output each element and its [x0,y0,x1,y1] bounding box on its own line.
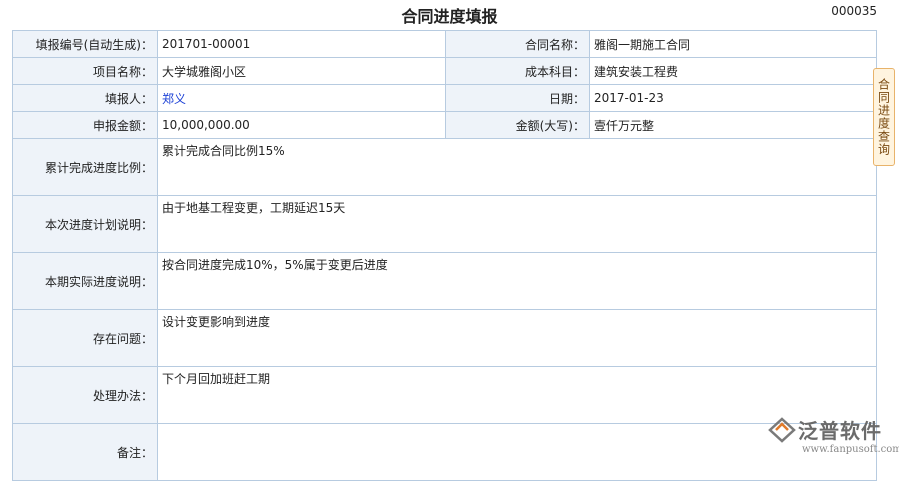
form-row: 本次进度计划说明： 由于地基工程变更，工期延迟15天 [12,195,877,253]
date-field[interactable]: 2017-01-23 [589,84,877,112]
date-label: 日期： [445,84,590,112]
form-row: 处理办法： 下个月回加班赶工期 [12,366,877,424]
logo-icon [768,417,796,443]
contract-name-label: 合同名称： [445,30,590,58]
page-title: 合同进度填报 [401,7,498,26]
remarks-label: 备注： [12,423,158,481]
report-no-label: 填报编号(自动生成)： [12,30,158,58]
doc-number: 000035 [831,4,877,18]
issues-field[interactable]: 设计变更影响到进度 [157,309,877,367]
form-row: 填报人： 郑义 日期： 2017-01-23 [12,84,877,112]
solution-label: 处理办法： [12,366,158,424]
reporter-link[interactable]: 郑义 [162,92,186,106]
form-row: 备注： [12,423,877,481]
amount-capital-label: 金额(大写)： [445,111,590,139]
plan-note-field[interactable]: 由于地基工程变更，工期延迟15天 [157,195,877,253]
amount-label: 申报金额： [12,111,158,139]
amount-field[interactable]: 10,000,000.00 [157,111,446,139]
cumulative-ratio-field[interactable]: 累计完成合同比例15% [157,138,877,196]
logo-url: www.fanpusoft.com [802,444,899,455]
amount-capital-field[interactable]: 壹仟万元整 [589,111,877,139]
contract-progress-query-tab[interactable]: 合同进度查询 [873,68,895,166]
project-name-label: 项目名称： [12,57,158,85]
plan-note-label: 本次进度计划说明： [12,195,158,253]
progress-report-form: 填报编号(自动生成)： 201701-00001 合同名称： 雅阁一期施工合同 … [12,30,877,481]
form-row: 累计完成进度比例： 累计完成合同比例15% [12,138,877,196]
logo-name: 泛普软件 [798,419,882,443]
watermark-logo: 泛普软件 www.fanpusoft.com [768,415,899,459]
actual-note-field[interactable]: 按合同进度完成10%，5%属于变更后进度 [157,252,877,310]
cost-item-field[interactable]: 建筑安装工程费 [589,57,877,85]
cost-item-label: 成本科目： [445,57,590,85]
contract-name-field[interactable]: 雅阁一期施工合同 [589,30,877,58]
form-row: 项目名称： 大学城雅阁小区 成本科目： 建筑安装工程费 [12,57,877,85]
project-name-field[interactable]: 大学城雅阁小区 [157,57,446,85]
reporter-field[interactable]: 郑义 [157,84,446,112]
cumulative-ratio-label: 累计完成进度比例： [12,138,158,196]
issues-label: 存在问题： [12,309,158,367]
form-row: 填报编号(自动生成)： 201701-00001 合同名称： 雅阁一期施工合同 [12,30,877,58]
form-row: 申报金额： 10,000,000.00 金额(大写)： 壹仟万元整 [12,111,877,139]
actual-note-label: 本期实际进度说明： [12,252,158,310]
form-row: 本期实际进度说明： 按合同进度完成10%，5%属于变更后进度 [12,252,877,310]
reporter-label: 填报人： [12,84,158,112]
side-tab-label: 合同进度查询 [876,78,891,156]
form-row: 存在问题： 设计变更影响到进度 [12,309,877,367]
report-no-field[interactable]: 201701-00001 [157,30,446,58]
